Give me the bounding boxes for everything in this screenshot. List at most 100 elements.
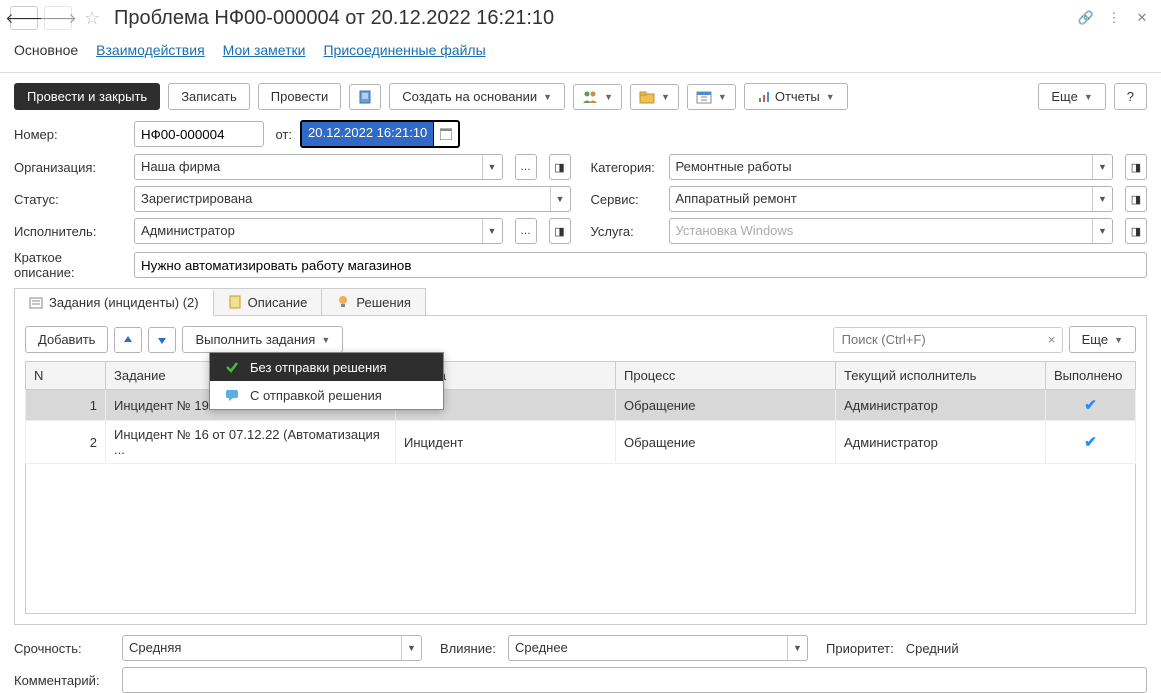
execute-tasks-button[interactable]: Выполнить задания▼: [182, 326, 343, 353]
more-label: Еще: [1051, 89, 1077, 104]
chevron-down-icon[interactable]: ▼: [401, 636, 421, 660]
chevron-down-icon[interactable]: ▼: [1092, 219, 1112, 243]
col-executor[interactable]: Текущий исполнитель: [836, 362, 1046, 390]
calendar-icon[interactable]: [433, 122, 458, 146]
check-green-icon: [224, 359, 240, 375]
more-vertical-icon[interactable]: ⋮: [1105, 9, 1123, 27]
chevron-down-icon[interactable]: ▼: [787, 636, 807, 660]
service-label: Сервис:: [591, 192, 661, 207]
category-value: Ремонтные работы: [670, 155, 1093, 179]
search-input[interactable]: [834, 328, 1042, 351]
urgency-select[interactable]: Средняя ▼: [122, 635, 422, 661]
org-label: Организация:: [14, 160, 126, 175]
comment-input[interactable]: [122, 667, 1147, 693]
search-box[interactable]: ×: [833, 327, 1063, 353]
clear-search-icon[interactable]: ×: [1042, 332, 1062, 347]
save-button[interactable]: Записать: [168, 83, 250, 110]
date-input[interactable]: 20.12.2022 16:21:10: [300, 120, 460, 148]
chevron-down-icon[interactable]: ▼: [482, 219, 502, 243]
status-label: Статус:: [14, 192, 126, 207]
category-label: Категория:: [591, 160, 661, 175]
org-select[interactable]: Наша фирма ▼: [134, 154, 503, 180]
ellipsis-button[interactable]: …: [515, 218, 537, 244]
org-value: Наша фирма: [135, 155, 482, 179]
list-icon: [29, 296, 43, 310]
note-icon: [228, 295, 242, 309]
help-button[interactable]: ?: [1114, 83, 1147, 110]
subtab-tasks[interactable]: Задания (инциденты) (2): [15, 290, 214, 316]
menu-item-no-send[interactable]: Без отправки решения: [210, 353, 443, 381]
document-icon-button[interactable]: [349, 84, 381, 110]
create-from-button[interactable]: Создать на основании▼: [389, 83, 565, 110]
executor-select[interactable]: Администратор ▼: [134, 218, 503, 244]
folder-icon-button[interactable]: ▼: [630, 84, 679, 110]
move-up-button[interactable]: [114, 327, 142, 353]
close-icon[interactable]: ✕: [1133, 9, 1151, 27]
open-button[interactable]: ◨: [1125, 154, 1147, 180]
col-process[interactable]: Процесс: [616, 362, 836, 390]
execute-dropdown: Без отправки решения С отправкой решения: [209, 352, 444, 410]
done-check-icon: ✔: [1054, 396, 1127, 414]
table-row[interactable]: 1Инцидент № 19ентОбращениеАдминистратор✔: [26, 390, 1136, 421]
urgency-value: Средняя: [123, 636, 401, 660]
impact-select[interactable]: Среднее ▼: [508, 635, 808, 661]
post-button[interactable]: Провести: [258, 83, 342, 110]
subtab-solutions[interactable]: Решения: [322, 289, 424, 315]
calendar-icon-button[interactable]: ▼: [687, 84, 736, 110]
open-button[interactable]: ◨: [1125, 186, 1147, 212]
service-value: Аппаратный ремонт: [670, 187, 1093, 211]
grid-empty-area: [25, 464, 1136, 614]
menu-item-with-send[interactable]: С отправкой решения: [210, 381, 443, 409]
col-done[interactable]: Выполнено: [1046, 362, 1136, 390]
tasks-more-button[interactable]: Еще▼: [1069, 326, 1136, 353]
reports-button[interactable]: Отчеты▼: [744, 83, 848, 110]
subtab-tasks-label: Задания (инциденты) (2): [49, 295, 199, 310]
date-value: 20.12.2022 16:21:10: [302, 122, 433, 146]
subtab-description[interactable]: Описание: [214, 289, 323, 315]
comment-label: Комментарий:: [14, 673, 114, 688]
priority-label: Приоритет:: [826, 641, 894, 656]
col-n[interactable]: N: [26, 362, 106, 390]
users-icon-button[interactable]: ▼: [573, 84, 622, 110]
more-button[interactable]: Еще▼: [1038, 83, 1105, 110]
forward-button[interactable]: 🡒: [44, 6, 72, 30]
subtab-description-label: Описание: [248, 295, 308, 310]
tab-files[interactable]: Присоединенные файлы: [323, 38, 485, 64]
number-label: Номер:: [14, 127, 126, 142]
tab-main[interactable]: Основное: [14, 38, 78, 64]
create-from-label: Создать на основании: [402, 89, 537, 104]
impact-label: Влияние:: [440, 641, 500, 656]
category-select[interactable]: Ремонтные работы ▼: [669, 154, 1114, 180]
page-title: Проблема НФ00-000004 от 20.12.2022 16:21…: [114, 7, 1071, 30]
number-input[interactable]: [134, 121, 264, 147]
favorite-star-icon[interactable]: ☆: [84, 8, 104, 28]
move-down-button[interactable]: [148, 327, 176, 353]
back-button[interactable]: 🡐: [10, 6, 38, 30]
open-button[interactable]: ◨: [549, 218, 571, 244]
open-button[interactable]: ◨: [1125, 218, 1147, 244]
link-icon[interactable]: 🔗: [1077, 9, 1095, 27]
chevron-down-icon[interactable]: ▼: [1092, 155, 1112, 179]
post-and-close-button[interactable]: Провести и закрыть: [14, 83, 160, 110]
open-button[interactable]: ◨: [549, 154, 571, 180]
tab-notes[interactable]: Мои заметки: [223, 38, 306, 64]
ellipsis-button[interactable]: …: [515, 154, 537, 180]
table-row[interactable]: 2Инцидент № 16 от 07.12.22 (Автоматизаци…: [26, 421, 1136, 464]
executor-value: Администратор: [135, 219, 482, 243]
tab-interactions[interactable]: Взаимодействия: [96, 38, 205, 64]
menu-no-send-label: Без отправки решения: [250, 360, 387, 375]
desc-input[interactable]: [134, 252, 1147, 278]
add-button[interactable]: Добавить: [25, 326, 108, 353]
done-check-icon: ✔: [1054, 433, 1127, 451]
chevron-down-icon[interactable]: ▼: [1092, 187, 1112, 211]
chevron-down-icon[interactable]: ▼: [550, 187, 570, 211]
chevron-down-icon[interactable]: ▼: [482, 155, 502, 179]
service-item-placeholder: Установка Windows: [670, 219, 1093, 243]
status-value: Зарегистрирована: [135, 187, 550, 211]
reports-label: Отчеты: [775, 89, 820, 104]
status-select[interactable]: Зарегистрирована ▼: [134, 186, 571, 212]
service-item-select[interactable]: Установка Windows ▼: [669, 218, 1114, 244]
menu-with-send-label: С отправкой решения: [250, 388, 382, 403]
executor-label: Исполнитель:: [14, 224, 126, 239]
service-select[interactable]: Аппаратный ремонт ▼: [669, 186, 1114, 212]
